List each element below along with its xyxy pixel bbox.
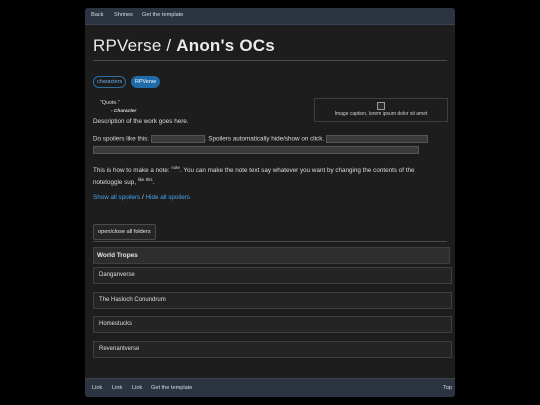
- folder-homestucks[interactable]: Homestucks: [93, 316, 452, 333]
- spoiler-mid: . Spoilers automatically hide/show on cl…: [204, 135, 325, 143]
- page-frame: Back Shrines Get the template RPVerse / …: [85, 8, 455, 397]
- tag-characters[interactable]: characters: [93, 76, 127, 88]
- note-line-2: notetoggle sup, like this.: [93, 177, 154, 186]
- description-text: Description of the work goes here.: [93, 118, 189, 125]
- nav-template-link[interactable]: Get the template: [142, 12, 183, 18]
- note-intro: This is how to make a note:: [93, 167, 170, 175]
- note-line2-text: notetoggle sup,: [93, 179, 137, 187]
- footer-nav: Link Link Link Get the template Top: [85, 378, 455, 397]
- image-figure: Image caption, lorem ipsum dolor sit ame…: [314, 98, 448, 122]
- spoiler-intro: Do spoilers like this:: [93, 135, 149, 143]
- spoiler-controls: Show all spoilers / Hide all spoilers: [93, 194, 190, 201]
- footer-template-link[interactable]: Get the template: [151, 385, 192, 391]
- spoiler-paragraph: Do spoilers like this: . Spoilers automa…: [93, 135, 428, 143]
- nav-back-link[interactable]: Back: [91, 12, 103, 18]
- footer-link-3[interactable]: Link: [132, 385, 142, 391]
- show-all-spoilers-link[interactable]: Show all spoilers: [93, 194, 140, 201]
- note-toggle-2[interactable]: like this: [138, 177, 153, 182]
- tag-rpverse[interactable]: RPVerse: [131, 76, 161, 88]
- note-toggle-1[interactable]: note: [171, 165, 180, 170]
- spoiler-line-2: [93, 146, 419, 154]
- section-header-world-tropes[interactable]: World Tropes: [93, 247, 450, 264]
- folder-revenantverse[interactable]: Revenantverse: [93, 341, 452, 358]
- toggle-folders-button[interactable]: open/close all folders: [93, 224, 156, 240]
- footer-link-1[interactable]: Link: [92, 385, 102, 391]
- hide-all-spoilers-link[interactable]: Hide all spoilers: [146, 194, 190, 201]
- title-name: Anon's OCs: [176, 36, 275, 55]
- page-title: RPVerse / Anon's OCs: [93, 36, 275, 56]
- spoiler-block-2[interactable]: [325, 135, 428, 143]
- title-divider: [93, 60, 447, 61]
- footer-link-2[interactable]: Link: [112, 385, 122, 391]
- quote-attribution: - Character: [111, 109, 137, 114]
- image-caption: Image caption, lorem ipsum dolor sit ame…: [334, 111, 428, 117]
- note-rest: . You can make the note text say whateve…: [179, 167, 415, 175]
- section-divider: [93, 241, 447, 242]
- note-paragraph: This is how to make a note: note. You ca…: [93, 165, 415, 174]
- spoiler-block-3[interactable]: [93, 146, 419, 154]
- spoiler-block-1[interactable]: [150, 135, 205, 143]
- footer-top-link[interactable]: Top: [443, 385, 452, 391]
- quote-text: "Quote.": [100, 100, 120, 106]
- top-nav: Back Shrines Get the template: [85, 8, 455, 25]
- broken-image-icon: [377, 102, 385, 110]
- title-prefix: RPVerse /: [93, 36, 172, 55]
- nav-shrines-link[interactable]: Shrines: [114, 12, 133, 18]
- folder-danganverse[interactable]: Danganverse: [93, 267, 452, 284]
- folder-hasloch-conundrum[interactable]: The Hasloch Conundrum: [93, 292, 452, 309]
- note-end: .: [152, 179, 155, 187]
